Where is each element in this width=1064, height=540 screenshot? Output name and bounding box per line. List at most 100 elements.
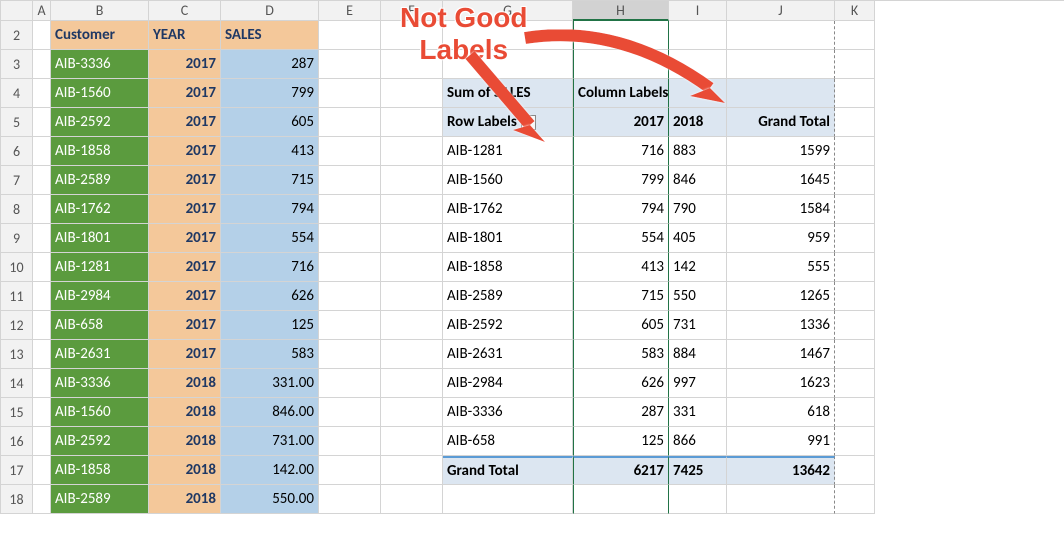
cell-I8[interactable]: 790 — [669, 195, 727, 224]
cell-D15[interactable]: 846.00 — [221, 398, 319, 427]
cell-D2[interactable]: SALES — [221, 21, 319, 50]
cell-G7[interactable]: AIB-1560 — [443, 166, 573, 195]
cell-A7[interactable] — [33, 166, 51, 195]
cell-F14[interactable] — [381, 369, 443, 398]
cell-E12[interactable] — [319, 311, 381, 340]
col-header-I[interactable]: I — [669, 1, 727, 21]
cell-G18[interactable] — [443, 485, 573, 514]
cell-C13[interactable]: 2017 — [149, 340, 221, 369]
cell-J3[interactable] — [727, 50, 835, 79]
cell-K13[interactable] — [835, 340, 875, 369]
cell-G4[interactable]: Sum of SALES — [443, 79, 573, 108]
cell-K7[interactable] — [835, 166, 875, 195]
row-header-12[interactable]: 12 — [1, 311, 33, 340]
cell-G13[interactable]: AIB-2631 — [443, 340, 573, 369]
cell-A16[interactable] — [33, 427, 51, 456]
cell-B10[interactable]: AIB-1281 — [51, 253, 149, 282]
cell-J10[interactable]: 555 — [727, 253, 835, 282]
cell-A18[interactable] — [33, 485, 51, 514]
row-header-14[interactable]: 14 — [1, 369, 33, 398]
cell-C11[interactable]: 2017 — [149, 282, 221, 311]
cell-A17[interactable] — [33, 456, 51, 485]
row-labels-dropdown-icon[interactable]: ▼ — [521, 115, 536, 130]
cell-F5[interactable] — [381, 108, 443, 137]
col-header-B[interactable]: B — [51, 1, 149, 21]
row-header-13[interactable]: 13 — [1, 340, 33, 369]
cell-E14[interactable] — [319, 369, 381, 398]
row-header-5[interactable]: 5 — [1, 108, 33, 137]
cell-E13[interactable] — [319, 340, 381, 369]
cell-K10[interactable] — [835, 253, 875, 282]
cell-I12[interactable]: 731 — [669, 311, 727, 340]
cell-H18[interactable] — [573, 485, 669, 514]
cell-B17[interactable]: AIB-1858 — [51, 456, 149, 485]
cell-H7[interactable]: 799 — [573, 166, 669, 195]
cell-H16[interactable]: 125 — [573, 427, 669, 456]
cell-C4[interactable]: 2017 — [149, 79, 221, 108]
cell-J6[interactable]: 1599 — [727, 137, 835, 166]
col-header-D[interactable]: D — [221, 1, 319, 21]
cell-K6[interactable] — [835, 137, 875, 166]
cell-E11[interactable] — [319, 282, 381, 311]
cell-D7[interactable]: 715 — [221, 166, 319, 195]
cell-A15[interactable] — [33, 398, 51, 427]
col-header-E[interactable]: E — [319, 1, 381, 21]
cell-C2[interactable]: YEAR — [149, 21, 221, 50]
cell-D13[interactable]: 583 — [221, 340, 319, 369]
cell-G9[interactable]: AIB-1801 — [443, 224, 573, 253]
cell-J9[interactable]: 959 — [727, 224, 835, 253]
cell-J14[interactable]: 1623 — [727, 369, 835, 398]
cell-A9[interactable] — [33, 224, 51, 253]
cell-F8[interactable] — [381, 195, 443, 224]
cell-J5[interactable]: Grand Total — [727, 108, 835, 137]
cell-F15[interactable] — [381, 398, 443, 427]
col-header-A[interactable]: A — [33, 1, 51, 21]
row-header-4[interactable]: 4 — [1, 79, 33, 108]
cell-K15[interactable] — [835, 398, 875, 427]
cell-I2[interactable] — [669, 21, 727, 50]
cell-H2[interactable] — [573, 21, 669, 50]
cell-H9[interactable]: 554 — [573, 224, 669, 253]
cell-A6[interactable] — [33, 137, 51, 166]
cell-B5[interactable]: AIB-2592 — [51, 108, 149, 137]
cell-J8[interactable]: 1584 — [727, 195, 835, 224]
cell-E4[interactable] — [319, 79, 381, 108]
cell-G3[interactable] — [443, 50, 573, 79]
cell-K11[interactable] — [835, 282, 875, 311]
cell-I15[interactable]: 331 — [669, 398, 727, 427]
cell-K17[interactable] — [835, 456, 875, 485]
cell-A11[interactable] — [33, 282, 51, 311]
cell-G8[interactable]: AIB-1762 — [443, 195, 573, 224]
cell-B3[interactable]: AIB-3336 — [51, 50, 149, 79]
cell-C16[interactable]: 2018 — [149, 427, 221, 456]
cell-I18[interactable] — [669, 485, 727, 514]
cell-G15[interactable]: AIB-3336 — [443, 398, 573, 427]
cell-E15[interactable] — [319, 398, 381, 427]
cell-B8[interactable]: AIB-1762 — [51, 195, 149, 224]
cell-C18[interactable]: 2018 — [149, 485, 221, 514]
col-header-H[interactable]: H — [573, 1, 669, 21]
cell-H3[interactable] — [573, 50, 669, 79]
cell-E16[interactable] — [319, 427, 381, 456]
cell-I7[interactable]: 846 — [669, 166, 727, 195]
cell-D11[interactable]: 626 — [221, 282, 319, 311]
cell-D16[interactable]: 731.00 — [221, 427, 319, 456]
cell-E5[interactable] — [319, 108, 381, 137]
cell-B18[interactable]: AIB-2589 — [51, 485, 149, 514]
cell-H12[interactable]: 605 — [573, 311, 669, 340]
cell-D6[interactable]: 413 — [221, 137, 319, 166]
cell-F16[interactable] — [381, 427, 443, 456]
row-header-18[interactable]: 18 — [1, 485, 33, 514]
cell-K18[interactable] — [835, 485, 875, 514]
cell-E6[interactable] — [319, 137, 381, 166]
cell-I16[interactable]: 866 — [669, 427, 727, 456]
row-header-2[interactable]: 2 — [1, 21, 33, 50]
cell-J11[interactable]: 1265 — [727, 282, 835, 311]
cell-K14[interactable] — [835, 369, 875, 398]
cell-I5[interactable]: 2018 — [669, 108, 727, 137]
row-header-16[interactable]: 16 — [1, 427, 33, 456]
cell-K3[interactable] — [835, 50, 875, 79]
cell-J4[interactable] — [727, 79, 835, 108]
cell-J15[interactable]: 618 — [727, 398, 835, 427]
row-header-7[interactable]: 7 — [1, 166, 33, 195]
